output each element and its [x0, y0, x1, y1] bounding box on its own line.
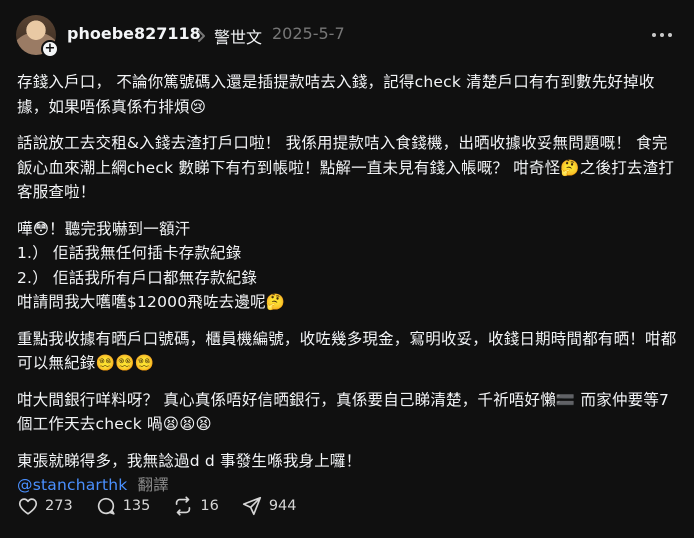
username[interactable]: phoebe827118: [67, 24, 201, 43]
repost-count: 16: [200, 498, 219, 514]
post-date: 2025-5-7: [272, 24, 345, 43]
heart-icon: [18, 498, 38, 515]
chevron-right-icon: [198, 30, 205, 42]
repost-icon: [176, 496, 191, 516]
post-paragraph: 話說放工去交租&入錢去渣打戶口啦！ 我係用提款咭入食錢機，出晒收據收妥無問題嘅！…: [17, 134, 675, 201]
post-paragraph: 1.） 佢話我無任何插卡存款紀錄: [17, 244, 242, 262]
post-paragraph: 咁請問我大嚿嚿$12000飛咗去邊呢🤔: [17, 293, 286, 311]
translate-button[interactable]: 翻譯: [137, 476, 168, 494]
post-paragraph: 重點我收據有晒戶口號碼，櫃員機編號，收咗幾多現金，寫明收妥，收錢日期時間都有晒！…: [17, 329, 677, 373]
post-paragraph: 2.） 佢話我所有戶口都無存款紀錄: [17, 268, 258, 287]
like-count: 273: [45, 498, 73, 514]
comment-count: 135: [122, 498, 151, 514]
action-bar: 273 135 16 944: [17, 494, 319, 518]
send-icon: [242, 496, 261, 516]
share-button[interactable]: 944: [241, 495, 297, 517]
post-paragraph: 東張就睇得多，我無諗過d d 事發生喺我身上囉！: [17, 451, 362, 470]
more-horizontal-icon[interactable]: [650, 25, 674, 45]
follow-plus-icon[interactable]: +: [41, 40, 59, 58]
threads-post: + phoebe827118 警世文 2025-5-7 存錢入戶口， 不論你篤號…: [0, 0, 694, 538]
repost-button[interactable]: 16: [172, 495, 219, 517]
post-paragraph: 存錢入戶口， 不論你篤號碼入還是插提款咭去入錢，記得check 清楚戶口有冇到數…: [17, 73, 655, 116]
post-content: 存錢入戶口， 不論你篤號碼入還是插提款咭去入錢，記得check 清楚戶口有冇到數…: [17, 70, 683, 498]
comment-button[interactable]: 135: [95, 495, 151, 517]
post-paragraph: 嘩😳！聽完我嚇到一額汗: [17, 219, 191, 238]
post-paragraph: 咁大間銀行咩料呀？ 真心真係唔好信晒銀行，真係要自己睇清楚，千祈唔好懶🟰 而家仲…: [17, 390, 670, 434]
comment-icon: [97, 497, 115, 515]
topic-tag[interactable]: 警世文: [214, 24, 262, 48]
share-count: 944: [268, 498, 297, 514]
like-button[interactable]: 273: [17, 495, 73, 517]
mention-link[interactable]: @stancharthk: [17, 476, 127, 494]
post-header: + phoebe827118 警世文 2025-5-7: [0, 0, 694, 72]
